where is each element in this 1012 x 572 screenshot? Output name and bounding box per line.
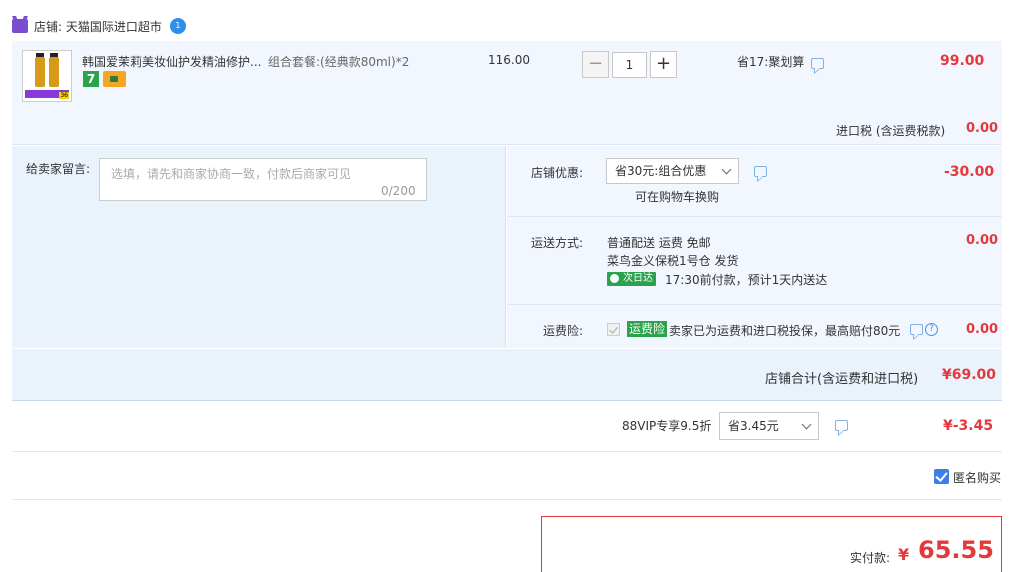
chat-icon[interactable] xyxy=(910,324,923,335)
payment-label: 实付款: xyxy=(850,551,891,565)
credit-card-icon xyxy=(103,71,126,87)
shipping-warehouse: 菜鸟金义保税1号仓 发货 xyxy=(607,254,739,268)
anonymous-label[interactable]: 匿名购买 xyxy=(953,469,1001,486)
chevron-down-icon xyxy=(721,164,732,175)
divider xyxy=(507,216,1002,217)
shop-total-value: ¥69.00 xyxy=(942,367,997,383)
quantity-decrease-button[interactable]: − xyxy=(582,51,609,78)
chat-icon[interactable] xyxy=(754,166,767,177)
product-thumbnail[interactable]: 36 xyxy=(22,50,72,102)
seller-message-placeholder: 选填，请先和商家协商一致，付款后商家可见 xyxy=(111,167,352,181)
insurance-value: 0.00 xyxy=(966,322,999,337)
vip-discount-select[interactable]: 省3.45元 xyxy=(719,412,819,440)
help-icon[interactable]: ? xyxy=(925,323,938,336)
vip-discount-label: 88VIP专享9.5折 xyxy=(622,419,712,433)
item-saving: 省17:聚划算 xyxy=(737,55,805,69)
insurance-label: 运费险: xyxy=(543,324,584,338)
shop-discount-select[interactable]: 省30元:组合优惠 xyxy=(606,158,739,184)
chat-icon[interactable] xyxy=(811,58,824,69)
shipping-time: 17:30前付款，预计1天内送达 xyxy=(665,273,828,287)
vip-discount-selected: 省3.45元 xyxy=(728,419,779,433)
shop-discount-selected: 省30元:组合优惠 xyxy=(615,164,707,178)
chevron-down-icon xyxy=(801,419,812,430)
payment-value: 65.55 xyxy=(918,536,994,564)
insurance-checkbox[interactable] xyxy=(607,323,620,336)
next-day-badge: 次日达 xyxy=(607,272,656,286)
chat-icon[interactable] xyxy=(835,420,848,431)
product-title[interactable]: 韩国爱茉莉美妆仙护发精油修护... xyxy=(82,53,261,70)
product-package: 组合套餐:(经典款80ml)*2 xyxy=(268,55,410,69)
divider xyxy=(12,451,1002,452)
shipping-value: 0.00 xyxy=(966,233,999,248)
shop-total-label: 店铺合计(含运费和进口税) xyxy=(765,372,919,387)
insurance-text: 卖家已为运费和进口税投保，最高赔付80元 xyxy=(669,324,901,338)
shop-icon xyxy=(12,19,28,33)
anonymous-checkbox[interactable] xyxy=(934,469,949,484)
message-char-count: 0/200 xyxy=(381,184,416,198)
shop-discount-value: -30.00 xyxy=(944,164,995,180)
seven-day-return-icon: 7 xyxy=(83,71,99,87)
payment-currency: ¥ xyxy=(898,545,910,564)
insurance-tag: 运费险 xyxy=(627,321,668,337)
quantity-increase-button[interactable]: + xyxy=(650,51,677,78)
divider xyxy=(507,304,1002,305)
import-tax-value: 0.00 xyxy=(966,121,999,136)
thumbnail-number: 36 xyxy=(59,92,69,99)
item-price: 99.00 xyxy=(940,53,985,69)
shop-badge-icon[interactable]: 1 xyxy=(169,18,186,34)
shop-discount-note[interactable]: 可在购物车换购 xyxy=(635,188,719,205)
shop-discount-label: 店铺优惠: xyxy=(531,166,584,180)
shop-name[interactable]: 店铺: 天猫国际进口超市 xyxy=(34,18,162,35)
shipping-label: 运送方式: xyxy=(531,236,584,250)
seller-message-label: 给卖家留言: xyxy=(26,162,91,176)
shop-header: 店铺: 天猫国际进口超市 1 xyxy=(12,16,186,36)
divider xyxy=(12,499,1002,500)
vip-discount-value: ¥-3.45 xyxy=(943,418,994,434)
quantity-input[interactable]: 1 xyxy=(612,52,647,78)
shipping-method: 普通配送 运费 免邮 xyxy=(607,236,711,250)
unit-price: 116.00 xyxy=(488,53,530,67)
import-tax-label: 进口税 (含运费税款) xyxy=(836,124,946,138)
